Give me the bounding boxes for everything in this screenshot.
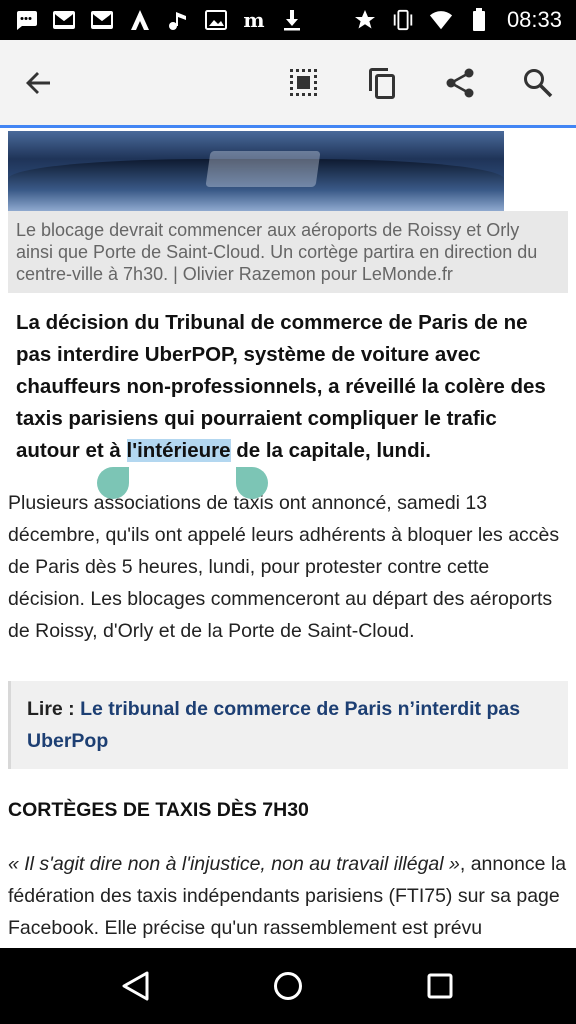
wifi-icon xyxy=(429,8,453,32)
search-icon[interactable] xyxy=(518,63,558,103)
select-all-icon[interactable] xyxy=(284,63,324,103)
system-icons: 08:33 xyxy=(353,7,562,33)
toolbar-actions xyxy=(284,63,558,103)
photo-caption: Le blocage devrait commencer aux aéropor… xyxy=(8,211,568,293)
article-paragraph: « Il s'agit dire non à l'injustice, non … xyxy=(8,848,570,944)
selected-text[interactable]: l'intérieure xyxy=(126,439,231,462)
star-icon xyxy=(353,8,377,32)
article-lede[interactable]: La décision du Tribunal de commerce de P… xyxy=(16,307,564,467)
battery-icon xyxy=(467,8,491,32)
related-prefix: Lire : xyxy=(27,698,81,720)
nav-recents-icon[interactable] xyxy=(410,956,470,1016)
share-icon[interactable] xyxy=(440,63,480,103)
download-icon xyxy=(280,8,304,32)
notification-icons: m xyxy=(14,8,353,32)
section-heading: CORTÈGES DE TAXIS DÈS 7H30 xyxy=(8,799,309,821)
vibrate-icon xyxy=(391,8,415,32)
arrow-back-icon[interactable] xyxy=(18,63,58,103)
article-content[interactable]: Le blocage devrait commencer aux aéropor… xyxy=(0,131,576,948)
lede-text-end: de la capitale, lundi. xyxy=(230,439,431,462)
system-nav-bar xyxy=(0,948,576,1024)
related-article-link[interactable]: Le tribunal de commerce de Paris n’inter… xyxy=(27,698,520,752)
music-icon xyxy=(166,8,190,32)
clock: 08:33 xyxy=(506,7,562,32)
related-article-box: Lire : Le tribunal de commerce de Paris … xyxy=(8,681,568,769)
image-icon xyxy=(204,8,228,32)
lemonde-m-icon: m xyxy=(243,8,265,32)
selection-start-handle[interactable] xyxy=(97,467,129,499)
arrow-app-icon xyxy=(128,8,152,32)
selection-action-bar xyxy=(0,40,576,128)
article-photo xyxy=(8,131,504,211)
mail-icon xyxy=(52,8,76,32)
nav-home-icon[interactable] xyxy=(258,956,318,1016)
photo-taxi-sign xyxy=(205,151,321,187)
mail-icon xyxy=(90,8,114,32)
quote-text: « Il s'agit dire non à l'injustice, non … xyxy=(8,853,460,875)
messages-icon xyxy=(14,8,38,32)
copy-icon[interactable] xyxy=(362,63,402,103)
article-paragraph: Plusieurs associations de taxis ont anno… xyxy=(8,492,560,642)
status-bar: m 08:33 xyxy=(0,0,576,40)
nav-back-icon[interactable] xyxy=(106,956,166,1016)
selection-end-handle[interactable] xyxy=(236,467,268,499)
